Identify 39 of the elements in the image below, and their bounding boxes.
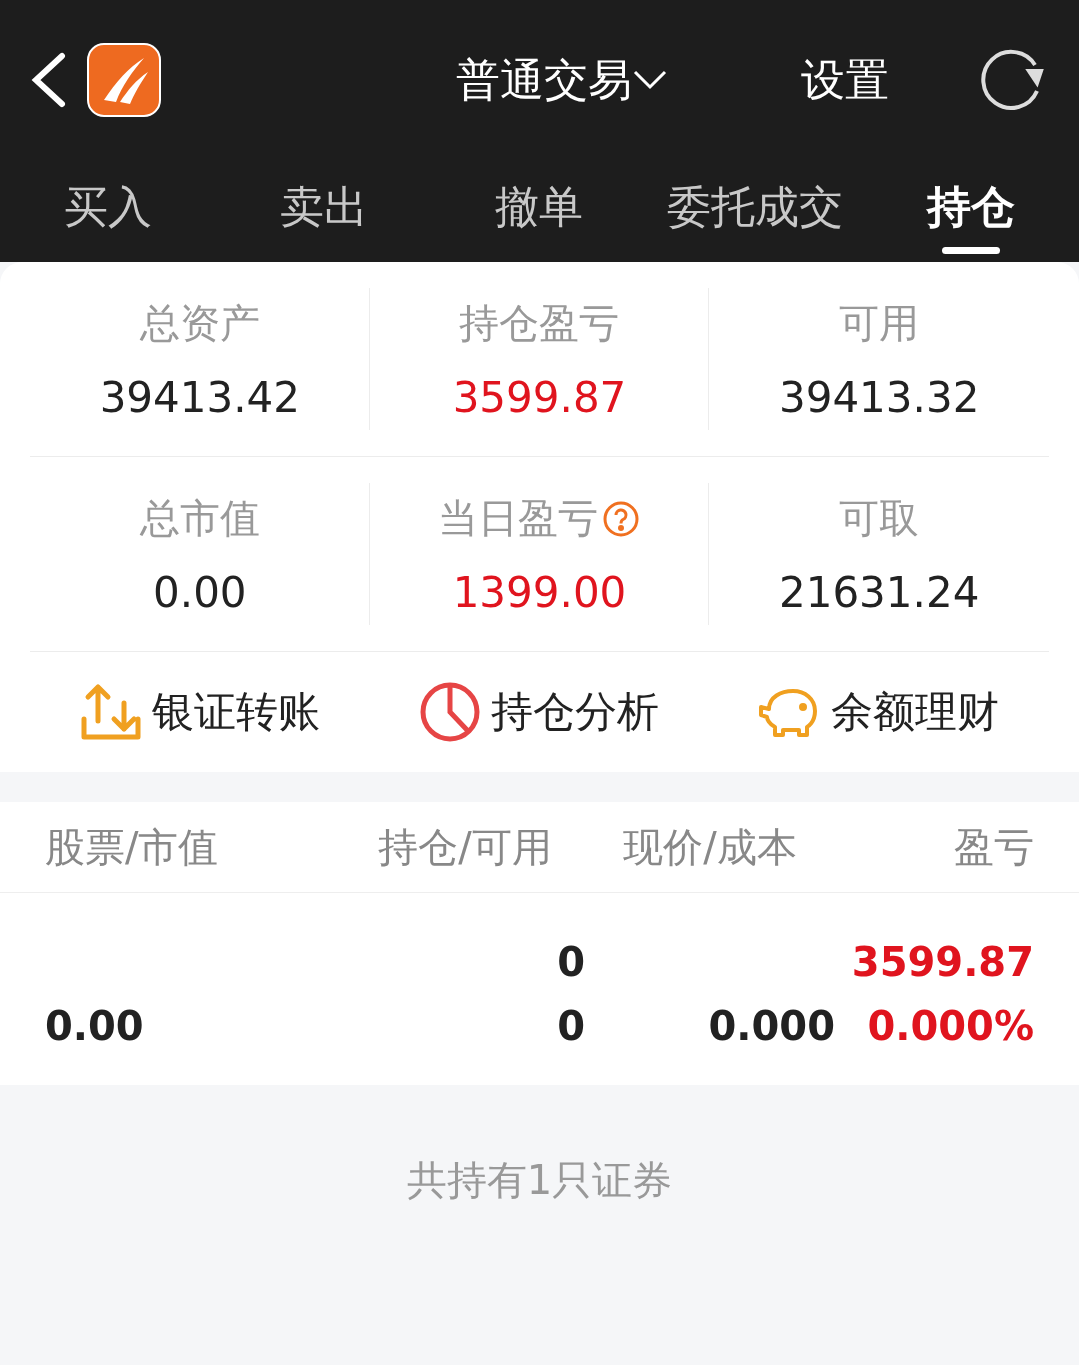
table-cell: 3599.87 [851, 939, 1034, 985]
table-cell: 0 [557, 1003, 585, 1049]
summary-label: 当日盈亏 [438, 494, 599, 543]
summary-value: 1399.00 [452, 568, 627, 617]
column-header: 持仓/可用 [377, 822, 553, 872]
tab[interactable]: 撤单 [431, 160, 648, 262]
chevron-down-icon[interactable] [631, 69, 668, 91]
tab[interactable]: 卖出 [215, 160, 432, 262]
help-icon[interactable] [602, 499, 641, 538]
summary-value: 39413.32 [778, 373, 980, 422]
tab[interactable]: 持仓 [863, 160, 1079, 262]
table-cell: 0.000 [708, 1003, 835, 1049]
column-header: 现价/成本 [622, 822, 798, 872]
summary-label: 可取 [839, 494, 920, 543]
summary-label: 总资产 [139, 299, 260, 348]
page-title[interactable]: 普通交易 [455, 50, 632, 110]
summary-value: 0.00 [153, 568, 247, 617]
tab[interactable]: 委托成交 [647, 160, 864, 262]
upload-download-icon [79, 681, 142, 743]
summary-value: 21631.24 [778, 568, 980, 617]
app-logo-icon [86, 42, 162, 118]
summary-value: 3599.87 [452, 373, 627, 422]
holdings-count: 共持有1只证券 [406, 1156, 673, 1205]
action-link[interactable]: 持仓分析 [419, 681, 660, 743]
table-cell: 0 [557, 939, 585, 985]
table-cell: 0.00 [45, 1003, 144, 1049]
settings-link[interactable]: 设置 [801, 50, 889, 110]
summary-label: 可用 [839, 299, 920, 348]
summary-value: 39413.42 [99, 373, 301, 422]
back-icon[interactable] [30, 52, 66, 108]
table-cell: 0.000% [867, 1003, 1034, 1049]
column-header: 盈亏 [953, 822, 1034, 872]
summary-label: 总市值 [139, 494, 260, 543]
tab[interactable]: 买入 [0, 160, 216, 262]
summary-label: 持仓盈亏 [459, 299, 620, 348]
action-link[interactable]: 余额理财 [759, 681, 1000, 743]
pie-chart-icon [419, 681, 482, 743]
action-link[interactable]: 银证转账 [79, 681, 320, 743]
column-header: 股票/市值 [45, 822, 220, 872]
